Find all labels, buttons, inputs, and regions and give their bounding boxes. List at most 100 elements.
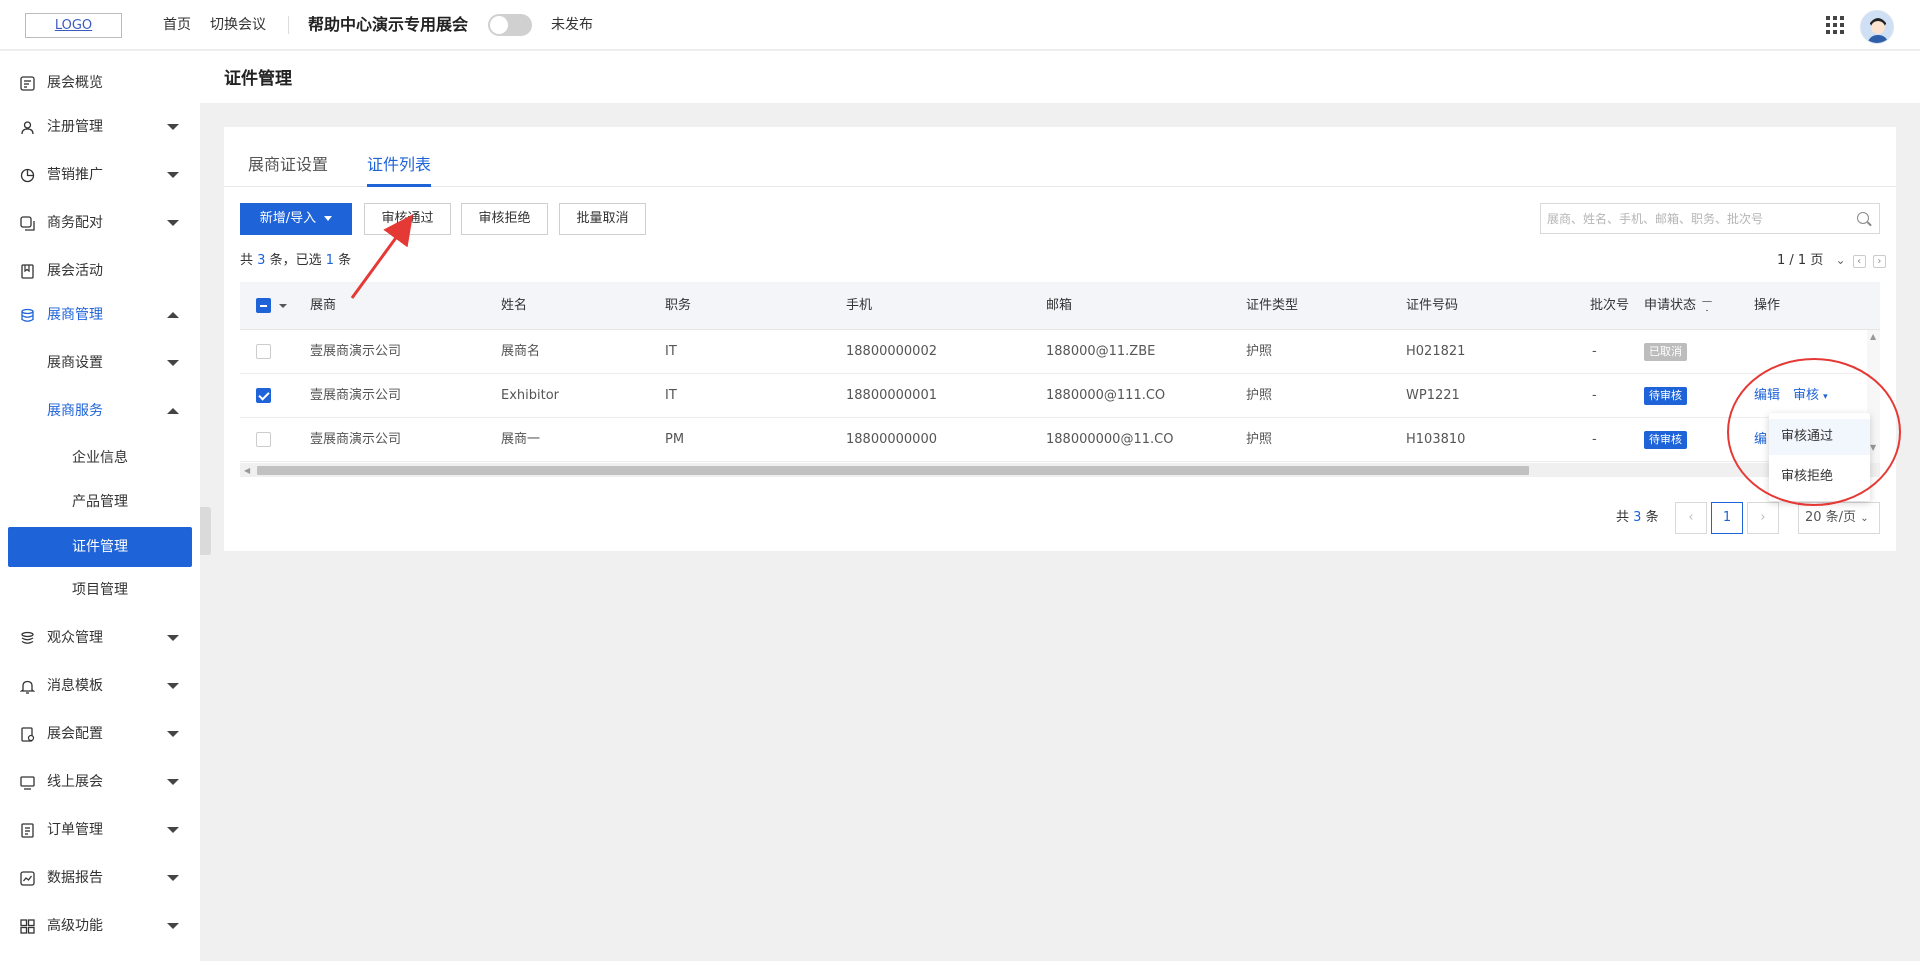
expo-title: 帮助中心演示专用展会 <box>308 15 469 34</box>
search-box <box>1540 203 1880 234</box>
prev-page-icon[interactable]: ‹ <box>1852 255 1866 268</box>
config-icon <box>21 727 35 742</box>
scroll-up-icon: ▲ <box>1870 332 1877 341</box>
sidebar-item-product-management[interactable]: 产品管理 <box>0 482 200 522</box>
monitor-icon <box>20 776 35 790</box>
add-import-label: 新增/导入 <box>259 211 317 226</box>
cell-status: 待审核 <box>1644 374 1687 418</box>
search-input[interactable] <box>1547 204 1847 233</box>
row-checkbox[interactable] <box>256 388 271 403</box>
cell-email: 188000@11.ZBE <box>1046 344 1156 359</box>
edit-link[interactable]: 编 <box>1754 418 1767 462</box>
reject-button[interactable]: 审核拒绝 <box>461 203 548 235</box>
toggle-knob <box>490 16 508 34</box>
apps-grid-icon[interactable] <box>1826 16 1844 34</box>
scrollbar-thumb[interactable] <box>257 466 1529 475</box>
sidebar-item-exhibitor-management[interactable]: 展商管理 <box>0 295 200 335</box>
table-horizontal-scrollbar[interactable]: ◀ <box>240 463 1880 477</box>
cell-cert-no: WP1221 <box>1406 388 1460 403</box>
sidebar-item-label: 商务配对 <box>47 215 103 231</box>
sidebar-item-label: 高级功能 <box>47 918 103 934</box>
sidebar-item-label: 展商服务 <box>47 403 103 419</box>
edit-link[interactable]: 编辑 <box>1754 374 1780 418</box>
search-icon[interactable] <box>1857 212 1869 224</box>
select-menu-caret-icon[interactable] <box>279 304 287 308</box>
tab-exhibitor-badge-settings[interactable]: 展商证设置 <box>248 151 328 175</box>
nav-home-link[interactable]: 首页 <box>163 0 191 50</box>
column-header: 手机 <box>846 298 873 313</box>
next-page-button[interactable]: › <box>1747 502 1779 534</box>
chart-pie-icon <box>20 168 35 183</box>
cell-cert-no: H103810 <box>1406 432 1466 447</box>
filter-icon[interactable] <box>1702 302 1712 309</box>
sidebar-item-project-management[interactable]: 项目管理 <box>0 570 200 610</box>
header-divider <box>288 16 289 34</box>
sidebar-item-label: 产品管理 <box>72 494 128 510</box>
sidebar-item-marketing[interactable]: 营销推广 <box>0 155 200 195</box>
page-number-button[interactable]: 1 <box>1711 502 1743 534</box>
nav-switch-meeting-link[interactable]: 切换会议 <box>210 0 266 50</box>
cell-email: 188000000@11.CO <box>1046 432 1174 447</box>
cell-batch: - <box>1592 388 1597 403</box>
chevron-down-icon <box>167 172 179 178</box>
sidebar-item-company-info[interactable]: 企业信息 <box>0 438 200 478</box>
cell-title: IT <box>665 344 677 359</box>
user-icon <box>21 121 34 135</box>
sidebar-item-label: 数据报告 <box>47 870 103 886</box>
logo[interactable]: LOGO <box>25 13 122 38</box>
approve-button[interactable]: 审核通过 <box>364 203 451 235</box>
cell-name: 展商一 <box>501 432 541 447</box>
sidebar-item-expo-config[interactable]: 展会配置 <box>0 714 200 754</box>
chevron-down-icon <box>167 124 179 130</box>
sidebar-item-message-templates[interactable]: 消息模板 <box>0 666 200 706</box>
column-header: 职务 <box>665 298 692 313</box>
add-import-button[interactable]: 新增/导入 <box>240 203 352 235</box>
batch-cancel-button[interactable]: 批量取消 <box>559 203 646 235</box>
prev-page-button[interactable]: ‹ <box>1675 502 1707 534</box>
sidebar-collapse-handle[interactable] <box>200 507 211 555</box>
database-icon <box>21 308 34 322</box>
cell-name: 展商名 <box>501 344 541 359</box>
page-size-select[interactable]: 20 条/页 ⌄ <box>1798 502 1880 534</box>
review-dropdown-menu: 审核通过 审核拒绝 <box>1769 413 1870 501</box>
active-tab-indicator <box>367 184 431 187</box>
sidebar-item-exhibitor-settings[interactable]: 展商设置 <box>0 343 200 383</box>
next-page-icon[interactable]: › <box>1872 255 1886 268</box>
layers-icon <box>21 631 34 644</box>
sidebar-item-order-management[interactable]: 订单管理 <box>0 810 200 850</box>
status-badge: 待审核 <box>1644 386 1687 405</box>
sidebar-item-overview[interactable]: 展会概览 <box>0 63 200 103</box>
order-icon <box>21 823 34 838</box>
row-checkbox[interactable] <box>256 344 271 359</box>
sidebar-item-activities[interactable]: 展会活动 <box>0 251 200 291</box>
table-row: 壹展商演示公司 Exhibitor IT 18800000001 1880000… <box>240 374 1880 418</box>
sidebar-item-certificate-management[interactable]: 证件管理 <box>8 527 192 567</box>
column-header: 证件类型 <box>1246 298 1299 313</box>
sidebar-item-exhibitor-services[interactable]: 展商服务 <box>0 391 200 431</box>
menu-item-reject[interactable]: 审核拒绝 <box>1769 459 1870 495</box>
publish-toggle[interactable] <box>488 14 532 36</box>
chevron-down-icon[interactable]: ⌄ <box>1835 253 1845 267</box>
sidebar-item-registration[interactable]: 注册管理 <box>0 107 200 147</box>
select-all-checkbox[interactable] <box>256 298 271 313</box>
sidebar-item-data-report[interactable]: 数据报告 <box>0 858 200 898</box>
column-header: 姓名 <box>501 298 528 313</box>
column-header-status: 申请状态 <box>1644 282 1712 330</box>
user-avatar[interactable] <box>1860 10 1894 44</box>
selected-count: 1 <box>325 253 335 268</box>
page-info: 1 / 1 页 <box>1777 253 1824 268</box>
sidebar-item-label: 展会活动 <box>47 263 103 279</box>
cell-cert-type: 护照 <box>1246 432 1273 447</box>
cell-cert-type: 护照 <box>1246 344 1273 359</box>
table-row: 壹展商演示公司 展商名 IT 18800000002 188000@11.ZBE… <box>240 330 1880 374</box>
sidebar-item-online-expo[interactable]: 线上展会 <box>0 762 200 802</box>
grid-icon <box>20 919 35 934</box>
tab-certificate-list[interactable]: 证件列表 <box>367 151 431 175</box>
sidebar-item-business-match[interactable]: 商务配对 <box>0 203 200 243</box>
sidebar-item-advanced[interactable]: 高级功能 <box>0 906 200 946</box>
match-icon <box>20 216 35 231</box>
row-checkbox[interactable] <box>256 432 271 447</box>
menu-item-approve[interactable]: 审核通过 <box>1769 419 1870 455</box>
column-header: 批次号 <box>1590 298 1630 313</box>
sidebar-item-audience-management[interactable]: 观众管理 <box>0 618 200 658</box>
